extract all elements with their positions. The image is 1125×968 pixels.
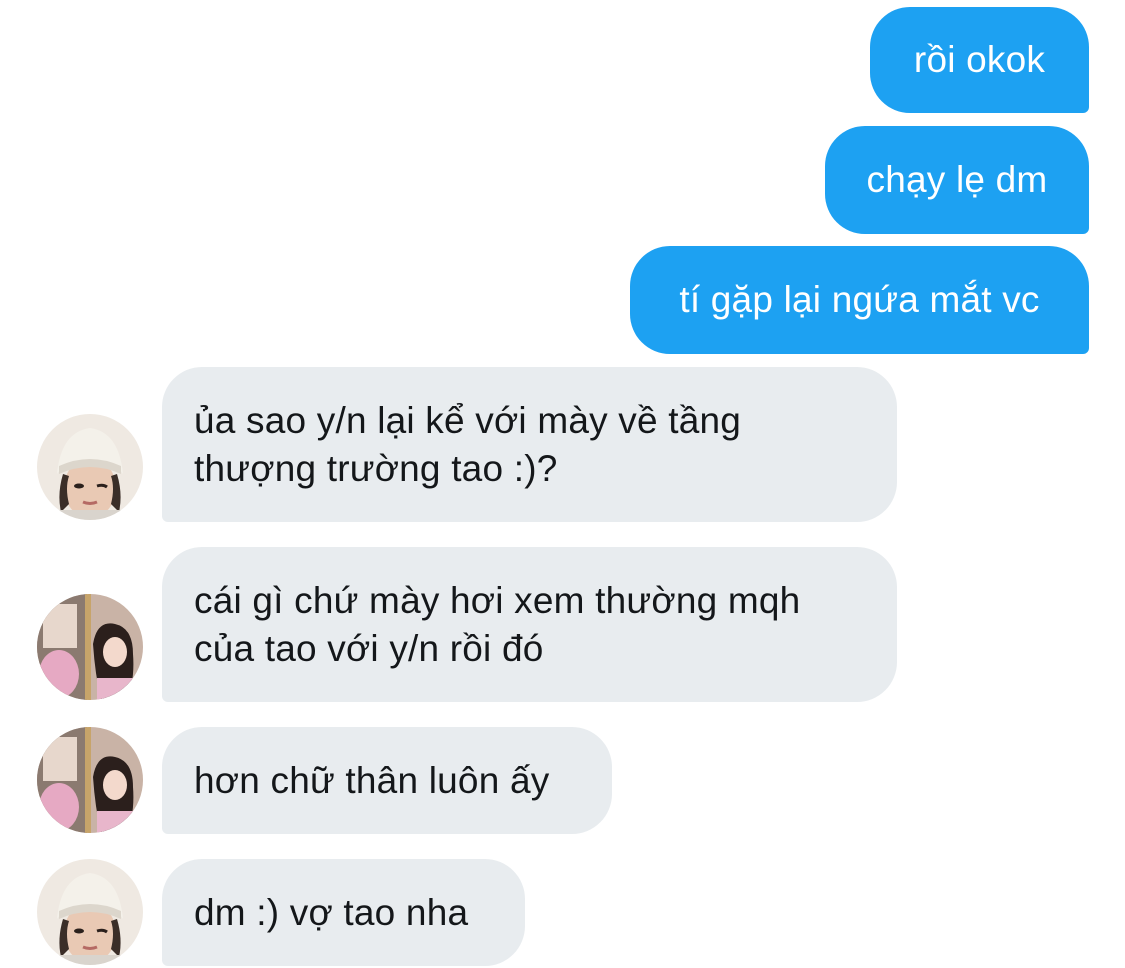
sent-message-bubble[interactable]: tí gặp lại ngứa mắt vc (630, 246, 1089, 354)
message-text: hơn chữ thân luôn ấy (194, 759, 550, 801)
message-text: cái gì chứ mày hơi xem thường mqh của ta… (194, 579, 801, 669)
girl-photo-avatar[interactable] (37, 594, 143, 700)
received-message-bubble[interactable]: hơn chữ thân luôn ấy (162, 727, 612, 834)
girl-photo-avatar[interactable] (37, 727, 143, 833)
boy-beanie-avatar[interactable] (37, 414, 143, 520)
message-text: rồi okok (913, 39, 1046, 80)
message-text: tí gặp lại ngứa mắt vc (679, 279, 1040, 320)
message-text: dm :) vợ tao nha (194, 891, 469, 933)
boy-beanie-avatar[interactable] (37, 859, 143, 965)
received-message-bubble[interactable]: dm :) vợ tao nha (162, 859, 525, 966)
received-message-bubble[interactable]: ủa sao y/n lại kể với mày về tầng thượng… (162, 367, 897, 522)
message-text: ủa sao y/n lại kể với mày về tầng thượng… (194, 399, 742, 489)
sent-message-bubble[interactable]: chạy lẹ dm (825, 126, 1089, 234)
message-text: chạy lẹ dm (866, 159, 1048, 200)
sent-message-bubble[interactable]: rồi okok (870, 7, 1089, 113)
received-message-bubble[interactable]: cái gì chứ mày hơi xem thường mqh của ta… (162, 547, 897, 702)
